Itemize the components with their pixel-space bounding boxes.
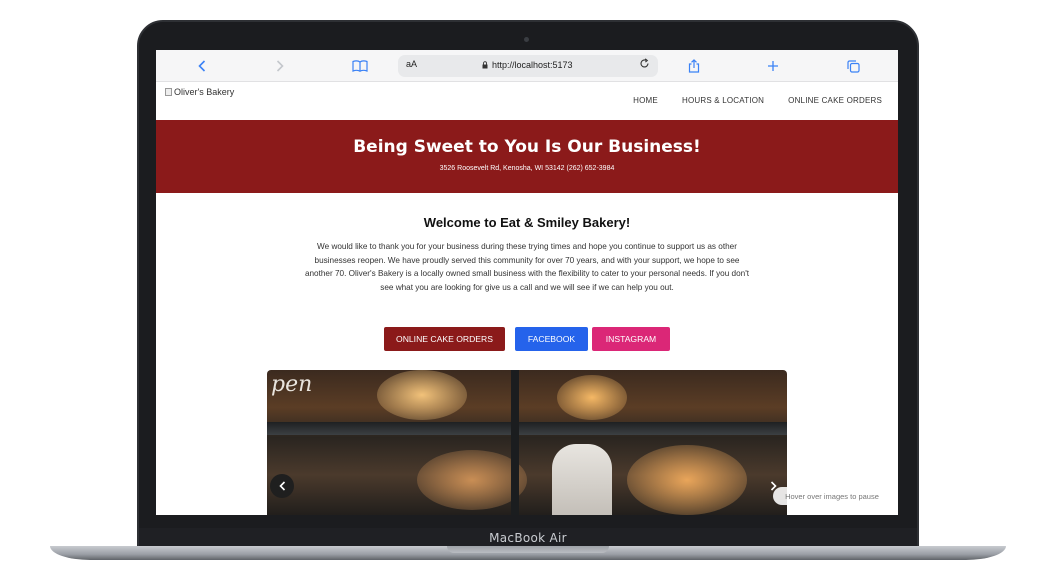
welcome-title: Welcome to Eat & Smiley Bakery! (423, 215, 631, 230)
carousel-light (377, 370, 467, 420)
chevron-right-icon (276, 60, 284, 72)
laptop-base-notch (447, 546, 609, 553)
carousel-sign-text: pen (271, 372, 313, 397)
broken-image-icon (165, 88, 172, 96)
carousel-hover-hint: Hover over images to pause (773, 487, 891, 505)
hero-title: Being Sweet to You Is Our Business! (353, 137, 701, 157)
screen: aA http://localhost:5173 Oliver's Bakery… (156, 50, 898, 515)
carousel-prev-button[interactable] (270, 474, 294, 498)
carousel-light (557, 375, 627, 420)
browser-toolbar: aA http://localhost:5173 (156, 50, 898, 82)
hero-banner: Being Sweet to You Is Our Business! 3526… (156, 120, 898, 193)
tabs-overview-button[interactable] (843, 56, 863, 76)
share-icon (688, 59, 700, 73)
plus-icon (768, 61, 778, 71)
nav-online-cake-orders[interactable]: ONLINE CAKE ORDERS (788, 96, 882, 105)
url-text: http://localhost:5173 (492, 60, 573, 70)
url-display: http://localhost:5173 (482, 60, 573, 70)
chevron-left-icon (278, 481, 285, 491)
reload-button[interactable] (639, 58, 650, 72)
back-button[interactable] (192, 56, 212, 76)
site-header: Oliver's Bakery HOME HOURS & LOCATION ON… (156, 83, 898, 120)
facebook-button[interactable]: FACEBOOK (515, 327, 588, 351)
logo-alt-text: Oliver's Bakery (174, 87, 235, 97)
nav-hours-location[interactable]: HOURS & LOCATION (682, 96, 764, 105)
camera-icon (524, 37, 529, 42)
image-carousel[interactable]: pen (267, 370, 787, 515)
instagram-button[interactable]: INSTAGRAM (592, 327, 670, 351)
device-label: MacBook Air (489, 531, 567, 545)
text-size-button[interactable]: aA (406, 59, 417, 69)
address-bar[interactable]: aA http://localhost:5173 (398, 55, 658, 77)
carousel-window-frame (267, 422, 787, 435)
online-cake-orders-button[interactable]: ONLINE CAKE ORDERS (384, 327, 505, 351)
carousel-window-post (511, 370, 519, 515)
carousel-light (627, 445, 747, 515)
forward-button[interactable] (270, 56, 290, 76)
carousel-person (552, 444, 612, 515)
bookmarks-button[interactable] (350, 56, 370, 76)
new-tab-button[interactable] (763, 56, 783, 76)
share-button[interactable] (684, 56, 704, 76)
logo[interactable]: Oliver's Bakery (165, 87, 234, 97)
welcome-text: We would like to thank you for your busi… (304, 242, 750, 292)
main-nav: HOME HOURS & LOCATION ONLINE CAKE ORDERS (633, 96, 882, 105)
action-buttons: ONLINE CAKE ORDERS FACEBOOK INSTAGRAM (156, 327, 898, 351)
hero-address: 3526 Roosevelt Rd, Kenosha, WI 53142 (26… (439, 165, 615, 172)
chevron-left-icon (198, 60, 206, 72)
book-icon (352, 60, 368, 72)
laptop-chin: MacBook Air (139, 528, 917, 548)
reload-icon (640, 58, 649, 68)
tabs-icon (846, 59, 860, 73)
lock-icon (482, 61, 488, 69)
nav-home[interactable]: HOME (633, 96, 658, 105)
